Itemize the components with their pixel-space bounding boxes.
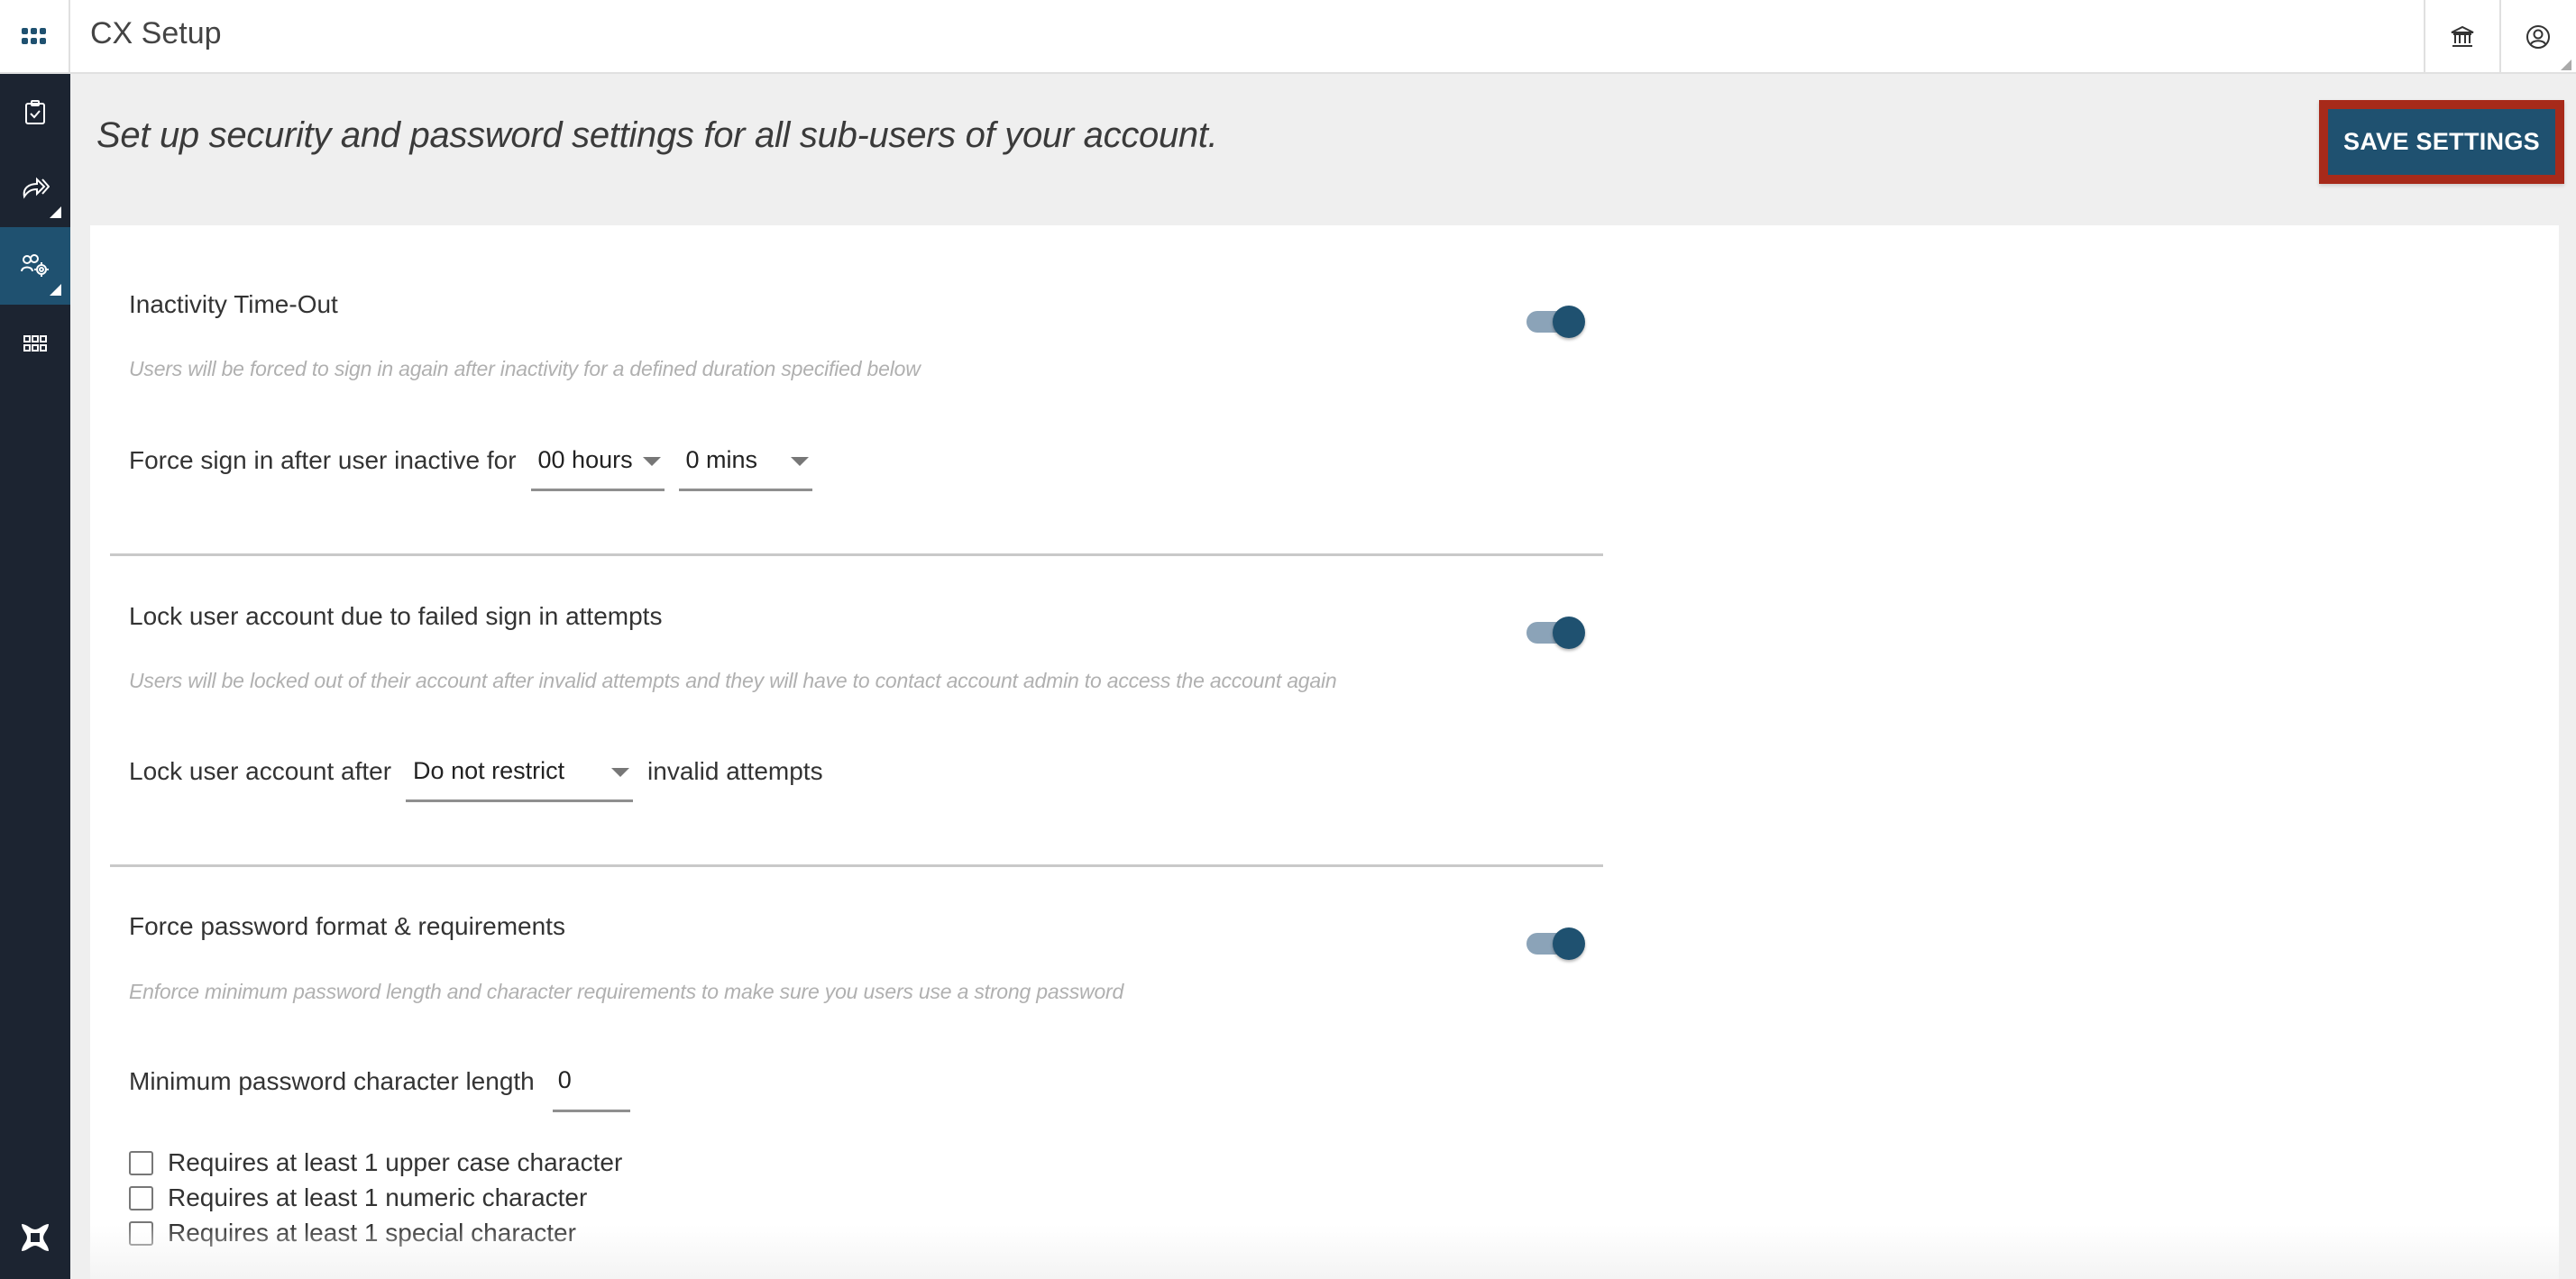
toggle-knob xyxy=(1553,927,1585,960)
inactivity-title: Inactivity Time-Out xyxy=(129,290,338,318)
inactivity-row: Force sign in after user inactive for 00… xyxy=(129,439,812,491)
chevron-down-icon xyxy=(611,768,630,777)
submenu-indicator xyxy=(50,284,61,296)
password-description: Enforce minimum password length and char… xyxy=(129,980,1124,1003)
settings-card: Inactivity Time-Out Users will be forced… xyxy=(90,225,2559,1279)
dropdown-corner-indicator xyxy=(2561,59,2571,70)
chevron-down-icon xyxy=(642,457,661,466)
bank-building-icon xyxy=(2451,25,2474,47)
requirement-label: Requires at least 1 upper case character xyxy=(168,1148,623,1176)
hours-value: 00 hours xyxy=(537,446,633,473)
save-button-highlight: SAVE SETTINGS xyxy=(2319,100,2564,184)
user-account-icon xyxy=(2526,25,2550,49)
brand-logo-icon xyxy=(22,1224,49,1251)
min-length-row: Minimum password character length xyxy=(129,1060,630,1112)
section-divider xyxy=(110,553,1603,556)
submenu-indicator xyxy=(50,206,61,218)
requirement-special[interactable]: Requires at least 1 special character xyxy=(129,1219,576,1247)
lockout-title: Lock user account due to failed sign in … xyxy=(129,602,663,630)
attempts-select[interactable]: Do not restrict xyxy=(406,750,634,802)
toggle-knob xyxy=(1553,617,1585,649)
user-account-button[interactable] xyxy=(2499,0,2575,74)
lockout-toggle[interactable] xyxy=(1526,611,1590,654)
page-heading: Set up security and password settings fo… xyxy=(96,115,1218,155)
lockout-row: Lock user account after Do not restrict … xyxy=(129,750,823,802)
sidebar-item-routing[interactable] xyxy=(0,150,70,227)
password-title: Force password format & requirements xyxy=(129,912,565,940)
grid-apps-icon xyxy=(22,28,46,44)
inactivity-toggle[interactable] xyxy=(1526,300,1590,343)
sidebar-item-apps[interactable] xyxy=(0,305,70,382)
top-header: CX Setup xyxy=(0,0,2576,74)
checkbox[interactable] xyxy=(129,1185,153,1210)
requirement-uppercase[interactable]: Requires at least 1 upper case character xyxy=(129,1148,622,1177)
sidebar-item-user-settings[interactable] xyxy=(0,227,70,305)
inactivity-row-label: Force sign in after user inactive for xyxy=(129,446,517,474)
min-length-label: Minimum password character length xyxy=(129,1067,535,1095)
clipboard-check-icon xyxy=(25,100,45,124)
checkbox[interactable] xyxy=(129,1220,153,1246)
lockout-row-label: Lock user account after xyxy=(129,757,392,785)
save-settings-button[interactable]: SAVE SETTINGS xyxy=(2328,109,2555,175)
bank-button[interactable] xyxy=(2424,0,2499,74)
sidebar xyxy=(0,74,70,1279)
apps-menu-button[interactable] xyxy=(0,0,70,74)
password-toggle[interactable] xyxy=(1526,922,1590,965)
inactivity-description: Users will be forced to sign in again af… xyxy=(129,357,921,380)
lockout-description: Users will be locked out of their accoun… xyxy=(129,669,1337,692)
app-title: CX Setup xyxy=(90,16,222,50)
invalid-attempts-label: invalid attempts xyxy=(647,757,823,785)
chevron-down-icon xyxy=(790,457,809,466)
brand-logo xyxy=(0,1199,70,1276)
checkbox[interactable] xyxy=(129,1150,153,1175)
min-length-input[interactable] xyxy=(552,1060,630,1112)
users-settings-icon xyxy=(21,254,49,277)
toggle-knob xyxy=(1553,306,1585,338)
forward-share-icon xyxy=(23,177,50,199)
mins-value: 0 mins xyxy=(685,446,758,473)
attempts-value: Do not restrict xyxy=(413,757,565,784)
sidebar-item-tasks[interactable] xyxy=(0,74,70,151)
apps-grid-icon xyxy=(23,335,47,352)
requirement-label: Requires at least 1 special character xyxy=(168,1219,576,1247)
requirement-numeric[interactable]: Requires at least 1 numeric character xyxy=(129,1183,587,1212)
mins-select[interactable]: 0 mins xyxy=(678,439,812,491)
requirement-label: Requires at least 1 numeric character xyxy=(168,1183,588,1211)
section-divider xyxy=(110,864,1603,867)
hours-select[interactable]: 00 hours xyxy=(530,439,665,491)
